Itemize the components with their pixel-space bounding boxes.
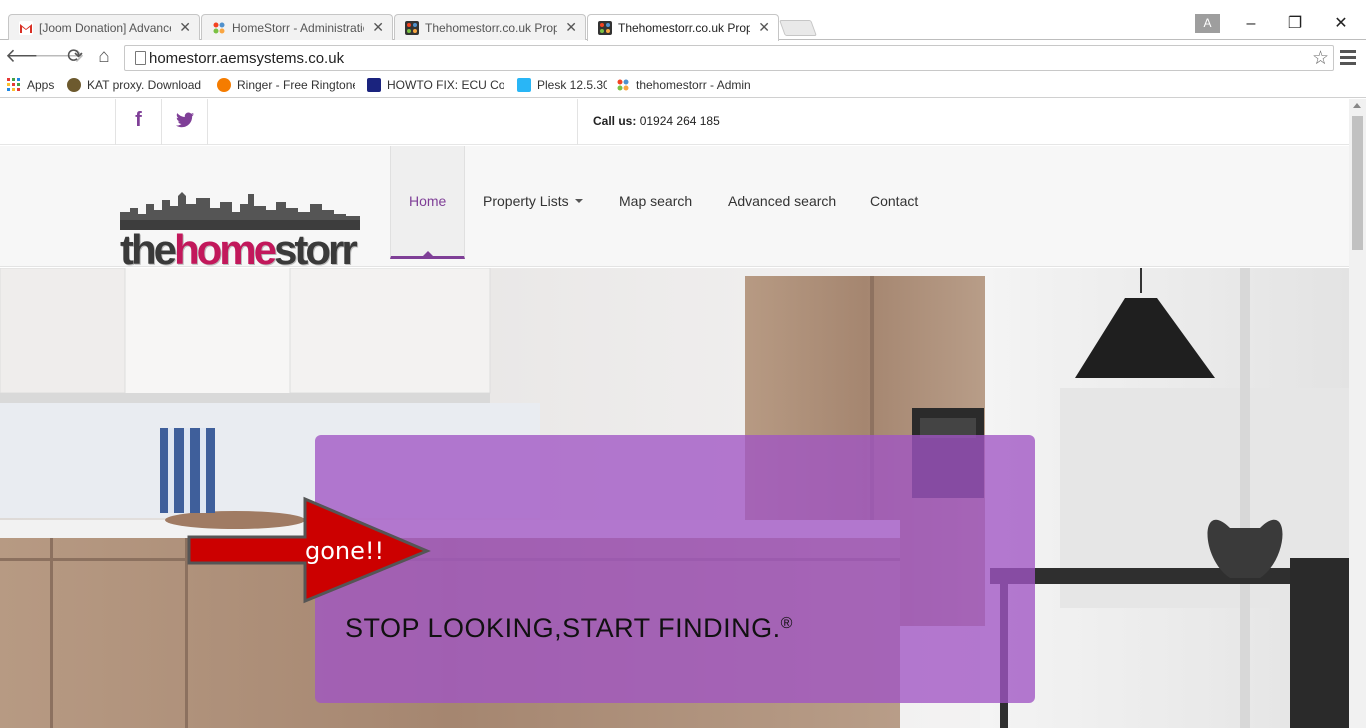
logo-wordmark: thehomestorr — [120, 226, 358, 274]
site-header: thehomestorr Home Property Lists Map sea… — [0, 146, 1349, 273]
tagline: STOP LOOKING,START FINDING.® — [345, 613, 793, 644]
tab-thehomestorr-property-active[interactable]: Thehomestorr.co.uk Prope ✕ — [587, 14, 779, 41]
apps-grid-icon — [7, 78, 21, 92]
nav-label: Map search — [619, 193, 693, 209]
bookmark-label: Ringer - Free Ringtone — [237, 78, 355, 92]
bookmark-icon — [367, 78, 381, 92]
site-icon — [405, 21, 419, 35]
site-top-bar: f Call us: 01924 264 185 — [0, 99, 1349, 145]
nav-label: Advanced search — [728, 193, 837, 209]
url-text[interactable]: homestorr.aemsystems.co.uk — [149, 50, 344, 67]
new-tab-button[interactable] — [779, 20, 817, 36]
tab-title: Thehomestorr.co.uk Prope — [425, 21, 557, 35]
browser-tab-strip: [Joom Donation] Advance ✕ HomeStorr - Ad… — [0, 0, 1366, 41]
phone-number[interactable]: 01924 264 185 — [640, 114, 720, 128]
divider — [207, 99, 208, 145]
call-us-label: Call us: — [593, 114, 637, 128]
bookmark-label: KAT proxy. Download — [87, 78, 202, 92]
tab-title: [Joom Donation] Advance — [39, 21, 171, 35]
promo-box: gone!! STOP LOOKING,START FINDING.® — [187, 435, 1035, 703]
arrow-text: gone!! — [305, 537, 384, 565]
tagline-text: STOP LOOKING,START FINDING. — [345, 613, 781, 643]
bookmark-thehomestorr-admin[interactable]: thehomestorr - Admin — [616, 78, 753, 94]
plesk-icon — [517, 78, 531, 92]
logo-part-1: the — [120, 226, 177, 273]
web-page: f Call us: 01924 264 185 thehomestorr Ho… — [0, 99, 1349, 728]
bookmark-label: HOWTO FIX: ECU Corr — [387, 78, 504, 92]
nav-label: Property Lists — [483, 193, 569, 209]
chrome-menu-icon[interactable] — [1340, 47, 1356, 67]
registered-mark: ® — [780, 615, 793, 632]
address-bar[interactable]: homestorr.aemsystems.co.uk ☆ — [124, 45, 1334, 71]
facebook-icon[interactable]: f — [115, 99, 161, 145]
bookmark-plesk[interactable]: Plesk 12.5.30 — [517, 78, 607, 94]
bookmark-ringer[interactable]: Ringer - Free Ringtone — [217, 78, 355, 94]
close-tab-icon[interactable]: ✕ — [179, 19, 191, 36]
minimize-icon[interactable]: – — [1238, 14, 1264, 34]
restore-icon[interactable]: ❐ — [1282, 14, 1308, 34]
bookmark-apps[interactable]: Apps — [7, 78, 62, 94]
home-icon[interactable]: ⌂ — [92, 45, 116, 69]
active-pointer — [422, 251, 433, 256]
nav-label: Home — [409, 193, 447, 209]
twitter-icon[interactable] — [161, 99, 207, 145]
close-tab-icon[interactable]: ✕ — [372, 19, 384, 36]
bookmark-kat-proxy[interactable]: KAT proxy. Download — [67, 78, 202, 94]
tab-thehomestorr-property-1[interactable]: Thehomestorr.co.uk Prope ✕ — [394, 14, 586, 40]
joomla-icon — [212, 21, 226, 35]
logo-part-3: storr — [274, 226, 358, 273]
page-scrollbar[interactable] — [1349, 99, 1366, 728]
red-arrow-graphic: gone!! — [187, 496, 431, 604]
back-arrow-icon[interactable]: 🡐 — [5, 45, 56, 69]
nav-label: Contact — [870, 193, 919, 209]
gmail-icon — [19, 21, 33, 35]
ringer-icon — [217, 78, 231, 92]
tab-title: Thehomestorr.co.uk Prope — [618, 21, 750, 35]
nav-property-lists[interactable]: Property Lists — [465, 146, 601, 258]
forward-arrow-icon[interactable]: 🡒 — [34, 45, 85, 69]
close-tab-icon[interactable]: ✕ — [565, 19, 577, 36]
star-bookmark-icon[interactable]: ☆ — [1312, 47, 1329, 70]
reload-icon[interactable]: ⟳ — [63, 45, 87, 69]
tab-homestorr-admin[interactable]: HomeStorr - Administratio ✕ — [201, 14, 393, 40]
hero-banner: gone!! STOP LOOKING,START FINDING.® — [0, 268, 1349, 728]
site-logo[interactable]: thehomestorr — [118, 190, 374, 273]
kat-icon — [67, 78, 81, 92]
bookmarks-bar: Apps KAT proxy. Download Ringer - Free R… — [0, 74, 1366, 98]
city-skyline-icon — [120, 192, 360, 230]
joomla-icon — [616, 78, 630, 92]
scroll-up-arrow-icon[interactable] — [1353, 103, 1361, 108]
scrollbar-thumb[interactable] — [1352, 116, 1363, 250]
tab-title: HomeStorr - Administratio — [232, 21, 364, 35]
tab-joom-donation[interactable]: [Joom Donation] Advance ✕ — [8, 14, 200, 40]
close-tab-icon[interactable]: ✕ — [758, 19, 770, 36]
site-icon — [598, 21, 612, 35]
page-icon — [135, 51, 146, 65]
nav-advanced-search[interactable]: Advanced search — [710, 146, 854, 258]
bookmark-howto-fix[interactable]: HOWTO FIX: ECU Corr — [367, 78, 504, 94]
profile-button[interactable]: A — [1195, 14, 1220, 33]
bookmark-label: Plesk 12.5.30 — [537, 78, 607, 92]
call-us-info: Call us: 01924 264 185 — [593, 114, 720, 128]
nav-home[interactable]: Home — [390, 146, 466, 259]
bookmark-label: Apps — [27, 78, 55, 92]
divider — [577, 99, 578, 145]
caret-down-icon — [574, 199, 583, 203]
bookmark-label: thehomestorr - Admin — [636, 78, 751, 92]
nav-map-search[interactable]: Map search — [601, 146, 710, 258]
logo-part-2: home — [174, 226, 277, 273]
nav-contact[interactable]: Contact — [852, 146, 936, 258]
close-window-icon[interactable]: ✕ — [1328, 14, 1354, 34]
